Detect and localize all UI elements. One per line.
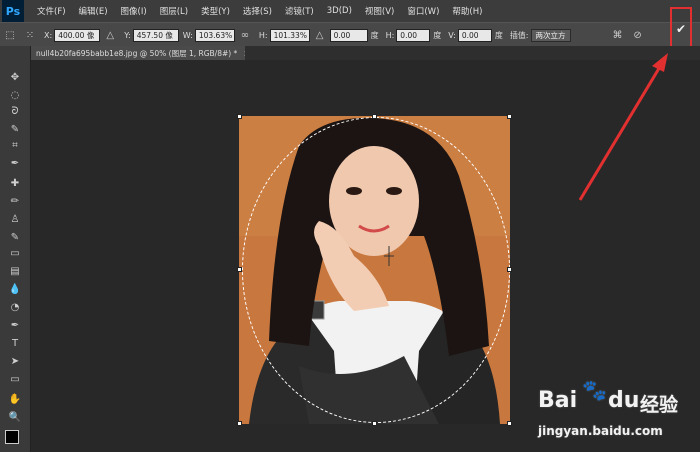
paw-icon: 🐾 [582,378,607,402]
baidu-watermark: Bai 🐾 du 经验 jingyan.baidu.com [536,374,700,452]
watermark-cn: 经验 [640,394,679,416]
watermark-url: jingyan.baidu.com [538,424,663,438]
watermark-brand: Bai [538,388,578,413]
watermark-brand2: du [608,388,640,413]
